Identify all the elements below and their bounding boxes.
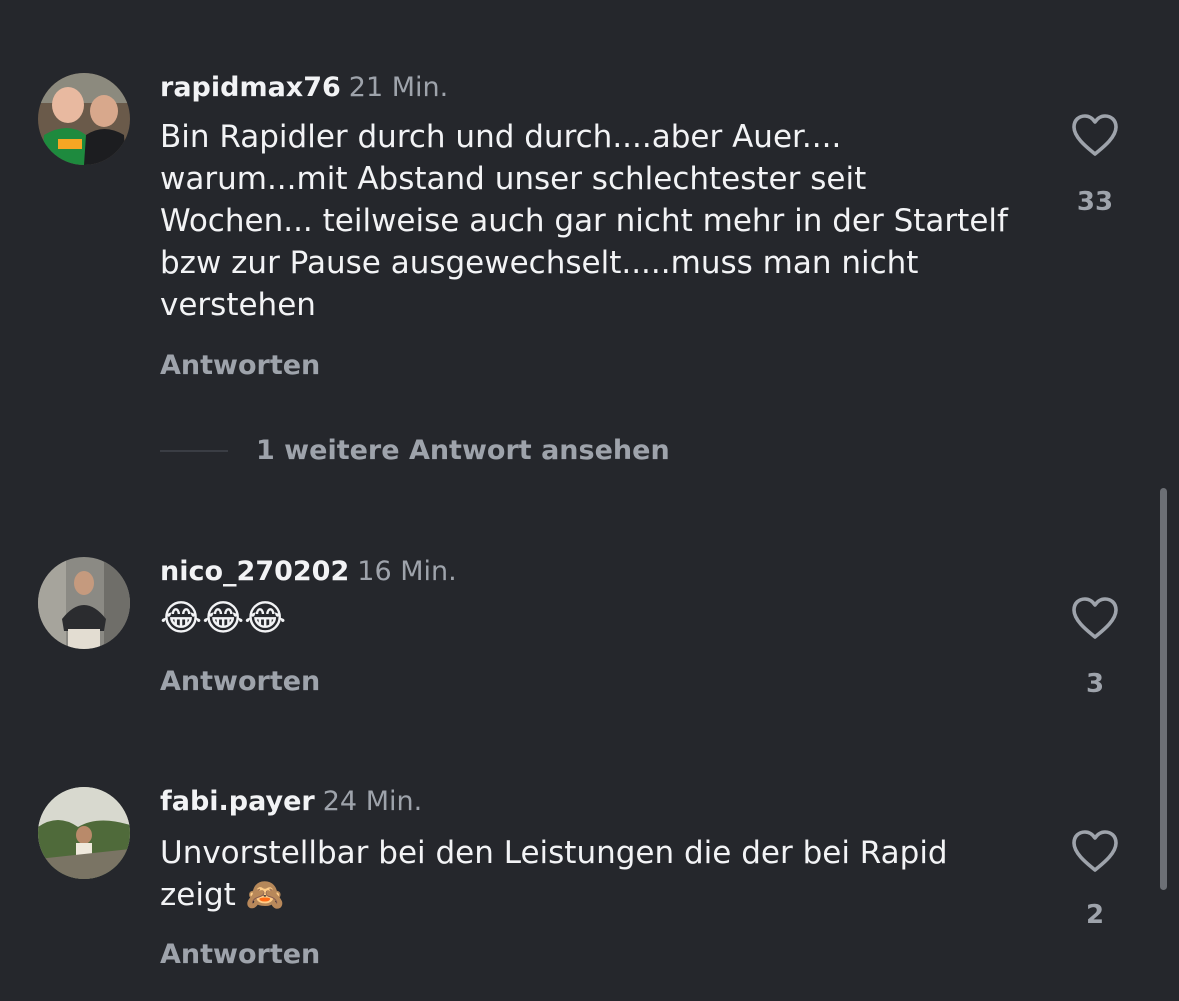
like-count: 3 bbox=[1085, 669, 1105, 699]
comment-header: nico_270202 16 Min. bbox=[160, 555, 457, 589]
comment-text: Unvorstellbar bei den Leistungen die der… bbox=[160, 835, 948, 913]
like-button[interactable] bbox=[1064, 112, 1126, 158]
heart-outline-icon bbox=[1072, 830, 1118, 872]
view-more-replies-button[interactable]: 1 weitere Antwort ansehen bbox=[256, 434, 670, 468]
heart-outline-icon bbox=[1072, 114, 1118, 156]
comment-header: fabi.payer 24 Min. bbox=[160, 785, 422, 819]
like-count: 2 bbox=[1085, 900, 1105, 930]
comments-page: rapidmax76 21 Min. Bin Rapidler durch und… bbox=[0, 0, 1179, 1001]
reply-button[interactable]: Antworten bbox=[160, 665, 320, 699]
like-button[interactable] bbox=[1064, 595, 1126, 641]
timestamp: 16 Min. bbox=[357, 556, 457, 587]
username[interactable]: rapidmax76 bbox=[160, 72, 341, 103]
comment-text: 😂😂😂 bbox=[160, 598, 287, 639]
timestamp: 24 Min. bbox=[322, 786, 423, 817]
comment-text: Bin Rapidler durch und durch....aber Aue… bbox=[160, 119, 1008, 323]
comment-header: rapidmax76 21 Min. bbox=[160, 71, 448, 105]
avatar[interactable] bbox=[38, 787, 130, 879]
username[interactable]: nico_270202 bbox=[160, 556, 349, 587]
timestamp: 21 Min. bbox=[348, 72, 449, 103]
reply-button[interactable]: Antworten bbox=[160, 938, 320, 972]
divider-line bbox=[160, 450, 228, 452]
like-button[interactable] bbox=[1064, 828, 1126, 874]
username[interactable]: fabi.payer bbox=[160, 786, 315, 817]
like-count: 33 bbox=[1076, 187, 1114, 217]
scrollbar[interactable] bbox=[1160, 488, 1167, 890]
heart-outline-icon bbox=[1072, 597, 1118, 639]
avatar[interactable] bbox=[38, 73, 130, 165]
avatar[interactable] bbox=[38, 557, 130, 649]
reply-button[interactable]: Antworten bbox=[160, 349, 320, 383]
